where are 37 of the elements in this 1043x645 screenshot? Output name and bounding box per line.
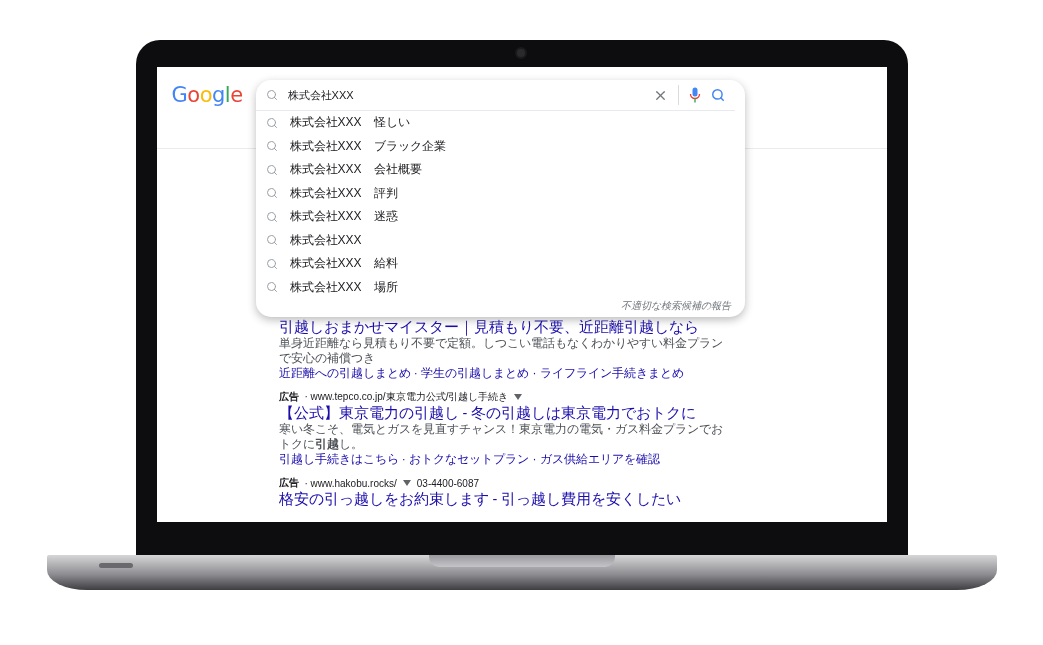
suggestion-item[interactable]: 株式会社XXX 場所 <box>255 275 745 299</box>
search-icon <box>265 89 278 101</box>
search-input[interactable]: 株式会社XXX <box>287 89 643 101</box>
suggestion-item[interactable]: 株式会社XXX <box>255 228 745 252</box>
result-title[interactable]: 【公式】東京電力の引越し - 冬の引越しは東京電力でおトクに <box>278 405 814 422</box>
result-url: · www.hakobu.rocks/ <box>304 477 397 489</box>
ad-label: 広告 <box>278 390 299 404</box>
search-icon <box>265 281 278 294</box>
search-icon[interactable] <box>710 88 725 102</box>
suggestion-item[interactable]: 株式会社XXX 怪しい <box>255 111 745 135</box>
search-icon <box>265 140 278 153</box>
result-title[interactable]: 引越しおまかせマイスター｜見積もり不要、近距離引越しなら <box>278 319 814 336</box>
suggestion-item[interactable]: 株式会社XXX 迷惑 <box>255 205 745 229</box>
search-icon <box>265 187 278 200</box>
caret-icon[interactable] <box>514 394 523 400</box>
sitelinks[interactable]: 近距離への引越しまとめ · 学生の引越しまとめ · ライフライン手続きまとめ <box>278 366 814 381</box>
result-url: · www.tepco.co.jp/東京電力公式/引越し手続き <box>304 390 509 404</box>
result-snippet: 寒い冬こそ、電気とガスを見直すチャンス！東京電力の電気・ガス料金プランでおトクに引越し。 <box>278 422 724 452</box>
search-icon <box>265 257 278 270</box>
suggestion-item[interactable]: 株式会社XXX 評判 <box>255 181 745 205</box>
sitelinks[interactable]: 引越し手続きはこちら · おトクなセットプラン · ガス供給エリアを確認 <box>278 452 814 467</box>
caret-icon[interactable] <box>402 480 411 486</box>
google-logo[interactable]: Google <box>171 83 243 107</box>
search-icon <box>265 163 278 176</box>
search-icon <box>265 234 278 247</box>
search-icon <box>265 116 278 129</box>
suggestion-item[interactable]: 株式会社XXX ブラック企業 <box>255 134 745 158</box>
phone-number: 03-4400-6087 <box>416 477 480 489</box>
suggestion-item[interactable]: 株式会社XXX 会社概要 <box>255 158 745 182</box>
camera-icon <box>514 47 527 59</box>
microphone-icon[interactable] <box>688 87 701 103</box>
suggestion-item[interactable]: 株式会社XXX 給料 <box>255 252 745 276</box>
report-link[interactable]: 不適切な検索候補の報告 <box>620 299 745 313</box>
search-icon <box>265 210 278 223</box>
result-title[interactable]: 格安の引っ越しをお約束します - 引っ越し費用を安くしたい <box>278 491 814 508</box>
result-snippet: 単身近距離なら見積もり不要で定額。しつこい電話もなくわかりやすい料金プランで安心の補償つき <box>278 336 724 366</box>
ad-label: 広告 <box>278 476 299 490</box>
